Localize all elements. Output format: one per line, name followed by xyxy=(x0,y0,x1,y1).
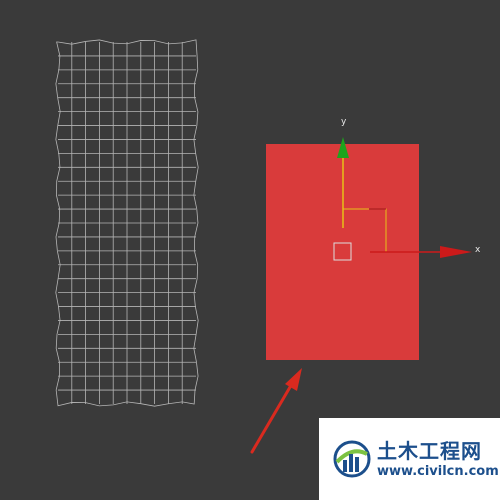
3d-viewport[interactable]: y x 土木工程网 www.civilcn.com xyxy=(0,0,500,500)
watermark-brand-name: 土木工程网 xyxy=(377,438,482,463)
watermark-url: www.civilcn.com xyxy=(377,463,499,479)
gizmo-x-arrowhead[interactable] xyxy=(440,246,472,258)
watermark-banner: 土木工程网 www.civilcn.com xyxy=(319,418,500,500)
annotation-arrow-shaft xyxy=(250,380,295,454)
civilcn-logo-icon xyxy=(333,440,371,478)
gizmo-x-label: x xyxy=(475,245,481,255)
wireframe-box-object[interactable] xyxy=(55,39,199,407)
annotation-arrow-head-icon xyxy=(285,368,302,391)
gizmo-y-label: y xyxy=(341,117,347,127)
